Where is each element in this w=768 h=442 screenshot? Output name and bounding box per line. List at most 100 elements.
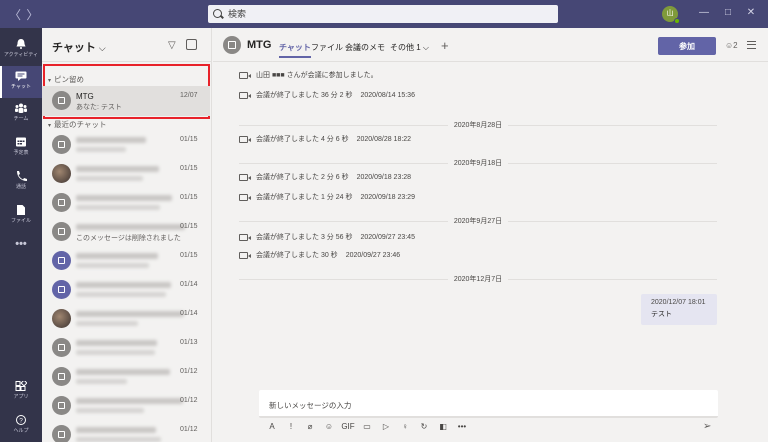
chat-item[interactable]: 01/12 bbox=[42, 362, 210, 392]
important-icon[interactable]: ! bbox=[284, 422, 298, 431]
message-timestamp: 2020/12/07 18:01 bbox=[651, 299, 706, 306]
chat-item-preview: あなた: テスト bbox=[76, 104, 122, 111]
chat-item-date: 12/07 bbox=[180, 92, 198, 99]
more-options-icon[interactable]: ••• bbox=[455, 422, 469, 431]
chat-item[interactable]: 01/15 bbox=[42, 130, 210, 160]
message-compose-box[interactable]: 新しいメッセージの入力 bbox=[259, 390, 718, 418]
rail-calls-label: 通話 bbox=[15, 184, 26, 190]
minimize-button[interactable]: — bbox=[697, 7, 711, 18]
date-separator: 2020年12月7日 bbox=[239, 274, 717, 284]
search-icon bbox=[213, 9, 222, 18]
back-arrow-icon[interactable]: 〈 bbox=[8, 6, 22, 23]
video-camera-icon bbox=[239, 193, 251, 201]
rail-help[interactable]: ? ヘルプ bbox=[0, 410, 42, 442]
chat-item-date: 01/13 bbox=[180, 339, 198, 346]
presence-dot-icon bbox=[674, 18, 680, 24]
rail-help-label: ヘルプ bbox=[13, 428, 29, 434]
video-camera-icon bbox=[239, 173, 251, 181]
rail-chat[interactable]: チャット bbox=[0, 66, 42, 98]
video-camera-icon bbox=[239, 233, 251, 241]
maximize-button[interactable]: □ bbox=[721, 7, 735, 18]
title-bar: 〈 〉 検索 山 — □ ✕ bbox=[0, 0, 768, 28]
add-tab-icon[interactable]: + bbox=[441, 38, 449, 53]
video-camera-icon bbox=[239, 135, 251, 143]
gif-icon[interactable]: GIF bbox=[341, 422, 355, 431]
attach-icon[interactable]: ⌀ bbox=[303, 422, 317, 431]
chat-item[interactable]: 01/13 bbox=[42, 333, 210, 363]
file-icon bbox=[17, 205, 25, 215]
chat-item[interactable]: このメッセージは削除されました 01/15 bbox=[42, 217, 210, 247]
contact-avatar bbox=[52, 367, 71, 386]
contact-avatar bbox=[52, 164, 71, 183]
send-icon[interactable]: ➢ bbox=[703, 421, 711, 432]
sticker-icon[interactable]: ▭ bbox=[360, 422, 374, 431]
event-text: 会議が終了しました 4 分 6 秒 bbox=[256, 136, 349, 143]
tab-chat[interactable]: チャット bbox=[279, 42, 311, 58]
redacted-name bbox=[76, 340, 157, 346]
rail-apps[interactable]: アプリ bbox=[0, 376, 42, 408]
format-icon[interactable]: A bbox=[265, 422, 279, 431]
close-button[interactable]: ✕ bbox=[744, 7, 758, 18]
tab-more[interactable]: その他 1 ⌵ bbox=[390, 42, 429, 53]
tab-meeting-notes[interactable]: 会議のメモ bbox=[345, 42, 385, 53]
chat-item-date: 01/12 bbox=[180, 368, 198, 375]
redacted-preview bbox=[76, 147, 126, 152]
chat-item-mtg[interactable]: MTG あなた: テスト 12/07 bbox=[42, 86, 210, 116]
help-icon: ? bbox=[16, 415, 26, 425]
contact-avatar bbox=[52, 135, 71, 154]
contact-avatar bbox=[52, 396, 71, 415]
redacted-name bbox=[76, 253, 158, 259]
my-message-bubble[interactable]: 2020/12/07 18:01 テスト bbox=[641, 294, 717, 325]
chat-list-title-label: チャット bbox=[52, 42, 96, 54]
rail-chat-label: チャット bbox=[11, 84, 31, 90]
chat-item[interactable]: 01/15 bbox=[42, 188, 210, 218]
calendar-icon bbox=[16, 137, 26, 147]
caret-down-icon: ▾ bbox=[48, 123, 52, 129]
chat-list-title[interactable]: チャット ⌵ bbox=[52, 39, 106, 55]
redacted-preview bbox=[76, 321, 138, 326]
rail-teams[interactable]: チーム bbox=[0, 98, 42, 130]
meeting-avatar-icon bbox=[52, 91, 71, 110]
emoji-icon[interactable]: ☺ bbox=[322, 422, 336, 431]
chat-item[interactable]: 01/15 bbox=[42, 246, 210, 276]
list-icon[interactable] bbox=[747, 41, 756, 49]
chat-item[interactable]: 01/12 bbox=[42, 391, 210, 421]
new-chat-icon[interactable] bbox=[186, 39, 197, 50]
video-camera-icon bbox=[239, 91, 251, 99]
rail-calls[interactable]: 通話 bbox=[0, 166, 42, 198]
pinned-section-header[interactable]: ▾ ピン留め bbox=[48, 74, 84, 85]
forward-arrow-icon[interactable]: 〉 bbox=[25, 6, 39, 23]
meeting-event-row: 会議が終了しました 30 秒 2020/09/27 23:46 bbox=[239, 250, 400, 260]
loop-icon[interactable]: ↻ bbox=[417, 422, 431, 431]
redacted-preview bbox=[76, 379, 127, 384]
chat-item-name: MTG bbox=[76, 92, 94, 101]
event-timestamp: 2020/08/14 15:36 bbox=[360, 92, 415, 99]
meeting-event-row: 会議が終了しました 3 分 56 秒 2020/09/27 23:45 bbox=[239, 232, 415, 242]
rail-more-icon[interactable]: ••• bbox=[0, 236, 42, 268]
recent-section-header[interactable]: ▾ 最近のチャット bbox=[48, 119, 106, 130]
date-separator: 2020年8月28日 bbox=[239, 120, 717, 130]
chat-item[interactable]: 01/14 bbox=[42, 275, 210, 305]
filter-icon[interactable]: ▽ bbox=[168, 40, 176, 51]
praise-icon[interactable]: ♀ bbox=[398, 422, 412, 431]
chat-item[interactable]: 01/12 bbox=[42, 420, 210, 442]
join-button[interactable]: 参加 bbox=[658, 37, 716, 55]
search-input[interactable]: 検索 bbox=[208, 5, 558, 23]
user-avatar[interactable]: 山 bbox=[662, 6, 680, 24]
chat-item[interactable]: 01/15 bbox=[42, 159, 210, 189]
event-timestamp: 2020/09/18 23:28 bbox=[356, 174, 412, 181]
chat-item[interactable]: 01/14 bbox=[42, 304, 210, 334]
rail-calendar[interactable]: 予定表 bbox=[0, 132, 42, 164]
participants-button[interactable]: ☺2 bbox=[725, 41, 738, 50]
rail-files[interactable]: ファイル bbox=[0, 200, 42, 232]
chat-item-date: 01/15 bbox=[180, 165, 198, 172]
contact-avatar bbox=[52, 193, 71, 212]
chat-item-date: 01/15 bbox=[180, 194, 198, 201]
stream-icon[interactable]: ◧ bbox=[436, 422, 450, 431]
recent-section-label: 最近のチャット bbox=[54, 120, 107, 129]
meet-now-icon[interactable]: ▷ bbox=[379, 422, 393, 431]
tab-files[interactable]: ファイル bbox=[311, 42, 343, 53]
rail-activity[interactable]: アクティビティ bbox=[0, 34, 42, 66]
contact-avatar bbox=[52, 425, 71, 442]
chat-item-date: 01/14 bbox=[180, 310, 198, 317]
